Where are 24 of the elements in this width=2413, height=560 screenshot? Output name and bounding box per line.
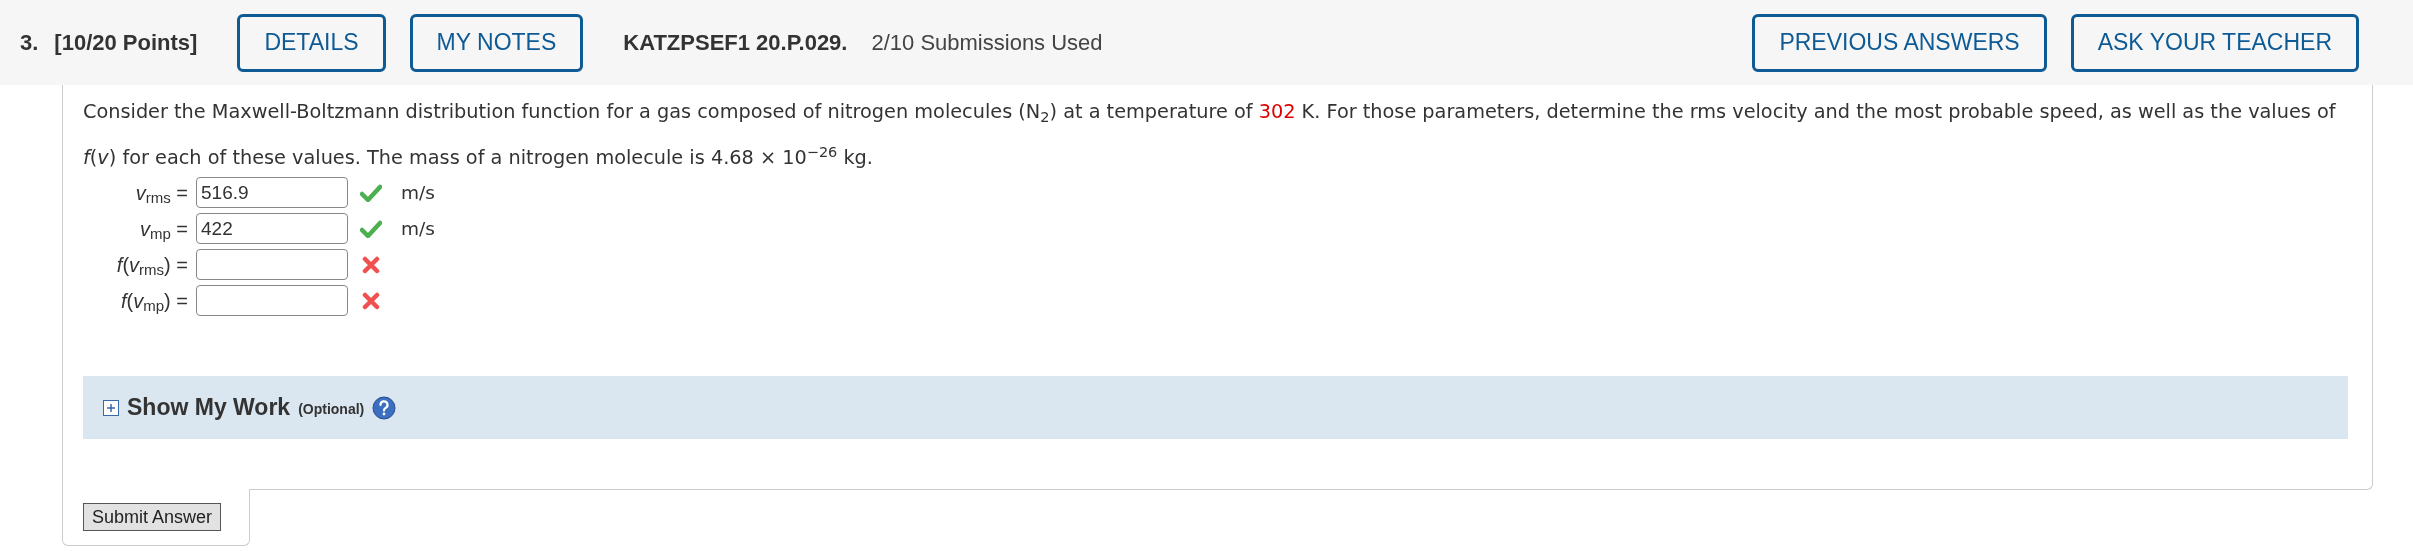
header-button[interactable]: ASK YOUR TEACHER (2070, 13, 2359, 72)
answer-field[interactable]: 422 (196, 213, 348, 244)
answer-label: f(v$_{rms}$) = (115, 252, 189, 280)
problem-code: KATZPSEF1 20.P.029. (623, 29, 848, 57)
header-button[interactable]: PREVIOUS ANSWERS (1752, 13, 2047, 72)
show-my-work-title[interactable]: Show My Work (127, 390, 291, 425)
help-icon[interactable] (372, 395, 397, 420)
unit-label: m/s (401, 180, 435, 205)
expand-icon[interactable] (103, 399, 119, 416)
answer-field[interactable]: 516.9 (196, 177, 348, 208)
answer-label: v$_{rms}$ = (134, 180, 189, 208)
question-text: Consider the Maxwell-Boltzmann distribution function for a gas composed of nitrogen molecules (N$_{2}$) at a temperature of 302 K. For those parameters, determine the rms velocity and the most probable speed, as well as the values of f(v) for each of these values. The mass of a nitrogen molecule is 4.68 × 10$^{−26}$ kg. (83, 99, 2337, 171)
answer-label: f(v$_{mp}$) = (120, 288, 189, 316)
header-button[interactable]: MY NOTES (409, 13, 584, 72)
optional-note: (Optional) (298, 400, 365, 419)
unit-label: m/s (401, 216, 435, 241)
submit-answer-button[interactable]: Submit Answer (83, 503, 222, 531)
answer-field[interactable] (196, 285, 348, 316)
points: [10/20 Points] (54, 29, 198, 57)
answer-label: v$_{mp}$ = (138, 216, 189, 244)
submissions-count: 2/10 Submissions Used (871, 29, 1103, 57)
header-button[interactable]: DETAILS (237, 13, 386, 72)
answer-field[interactable] (196, 249, 348, 280)
question-number: 3. (20, 29, 39, 57)
